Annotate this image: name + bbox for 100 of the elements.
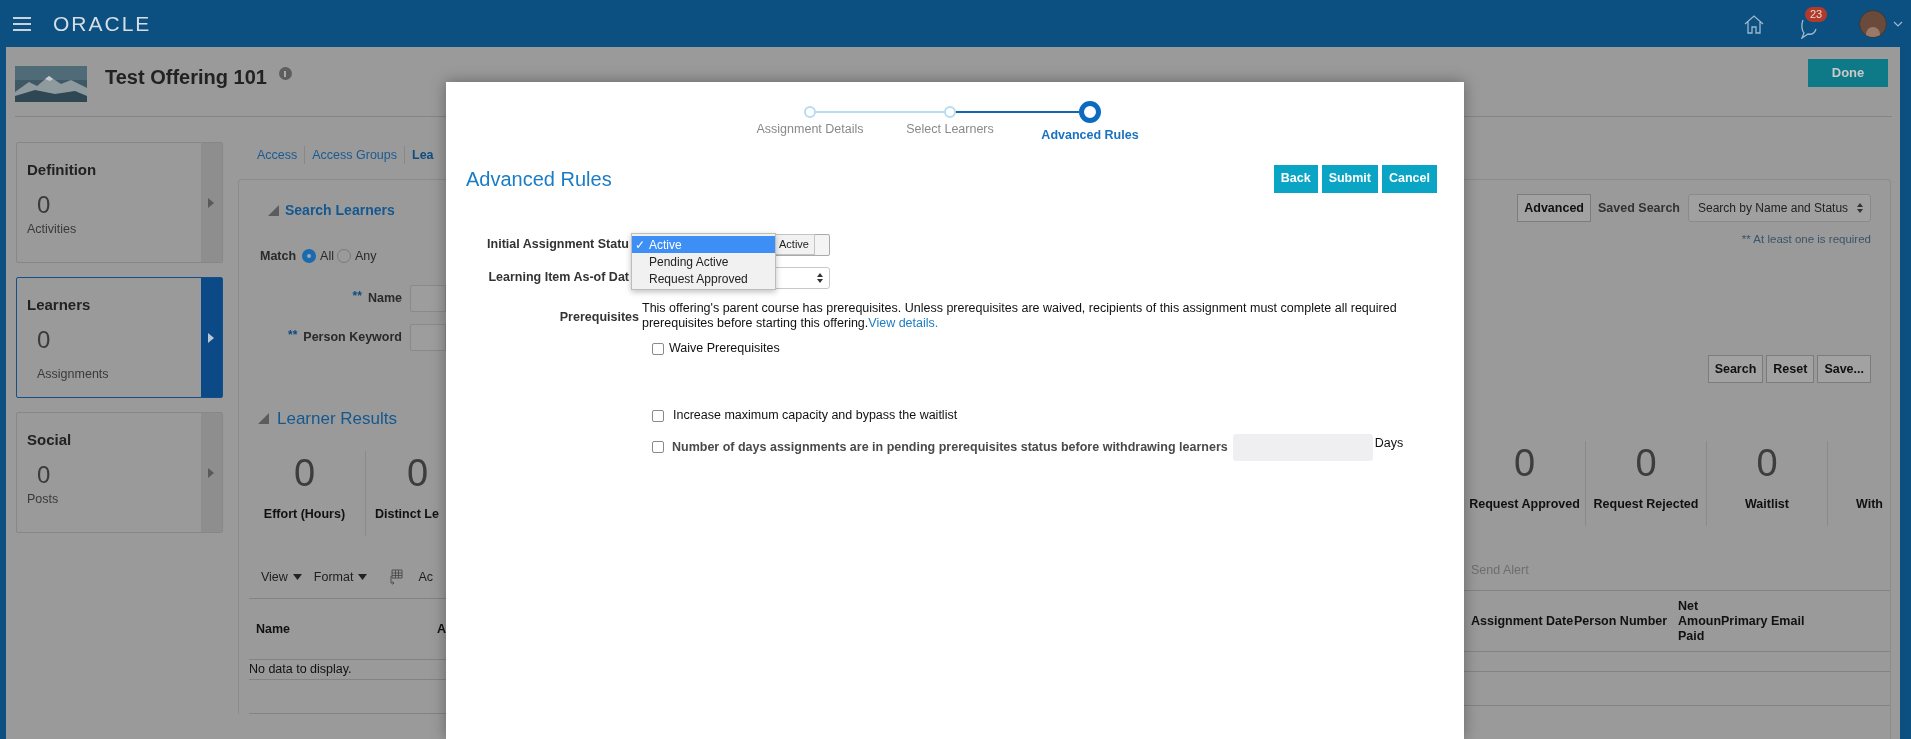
metric-label: Effort (Hours): [263, 506, 346, 523]
section-title[interactable]: Search Learners: [284, 200, 395, 221]
step-label[interactable]: Advanced Rules: [1041, 126, 1139, 145]
home-icon[interactable]: [1743, 13, 1765, 34]
step-label[interactable]: Assignment Details: [756, 120, 864, 139]
chevron-down-icon[interactable]: [1893, 20, 1903, 27]
menu-icon[interactable]: [13, 16, 31, 31]
tooltip: Active: [773, 233, 815, 255]
tab[interactable]: Access: [256, 145, 298, 165]
logo[interactable]: ORACLE: [53, 7, 152, 40]
card-title: Definition: [27, 160, 98, 180]
metric-value: 0: [1513, 441, 1536, 486]
info-icon[interactable]: [278, 67, 292, 80]
field-label: Initial Assignment Statu: [486, 236, 629, 254]
collapse-icon[interactable]: [257, 413, 269, 424]
metric-label: Request Approved: [1469, 496, 1580, 513]
sort-arrows-icon: [1857, 203, 1863, 213]
card-label: Assignments: [37, 365, 110, 383]
card-count: 0: [37, 191, 52, 218]
column-header: Name: [255, 620, 291, 638]
sort-arrows-icon: [817, 272, 823, 283]
dropdown-option[interactable]: Request Approved: [632, 270, 775, 287]
toolbar-menu[interactable]: View: [260, 567, 302, 587]
checkbox[interactable]: [652, 441, 664, 454]
collapse-icon[interactable]: [267, 205, 279, 216]
card-count: 0: [37, 461, 52, 488]
toolbar-menu[interactable]: Format: [313, 567, 368, 587]
required-marker: **: [288, 326, 298, 344]
field-label: Name: [367, 289, 402, 307]
dialog-button[interactable]: Submit: [1321, 164, 1378, 193]
saved-search-select[interactable]: Search by Name and Status: [1688, 194, 1871, 222]
search-button[interactable]: Reset: [1766, 355, 1815, 384]
summary-card[interactable]: Learners 0 Assignments: [16, 277, 223, 398]
search-button[interactable]: Save...: [1817, 355, 1871, 384]
dialog-button[interactable]: Back: [1273, 164, 1318, 193]
dropdown-option[interactable]: Pending Active: [632, 253, 775, 270]
card-title: Learners: [27, 295, 92, 315]
metric-label: With: [1856, 496, 1884, 513]
match-label: Match: [259, 248, 297, 265]
required-marker: **: [352, 287, 362, 305]
column-header: Primary Email: [1721, 613, 1805, 629]
caret-down-icon[interactable]: [358, 574, 368, 581]
caret-right-icon: [208, 197, 215, 208]
column-header: Net Amoun Paid: [1678, 598, 1721, 644]
radio-label: Any: [355, 248, 377, 265]
tab[interactable]: Lea: [404, 145, 434, 165]
table-icon[interactable]: [387, 569, 404, 586]
step-label[interactable]: Select Learners: [906, 120, 994, 139]
field-label: Learning Item As-of Dat: [487, 269, 629, 287]
option-label: Active: [649, 236, 682, 254]
option-label: Pending Active: [649, 253, 729, 271]
metric-value: 0: [293, 451, 316, 496]
dialog-button[interactable]: Cancel: [1382, 164, 1437, 193]
metric-value: 0: [406, 451, 430, 496]
check-mark: ✓: [635, 237, 645, 252]
unit-label: Days: [1374, 434, 1404, 452]
field-label: Person Keyword: [303, 328, 402, 346]
section-title[interactable]: Learner Results: [276, 405, 397, 432]
summary-card[interactable]: Definition 0 Activities: [16, 142, 223, 263]
caret-down-icon[interactable]: [292, 574, 302, 581]
checkbox-label: Waive Prerequisites: [669, 340, 780, 358]
field-label: Prerequisites: [558, 308, 640, 326]
notification-badge: 23: [1805, 6, 1828, 22]
card-label: Posts: [27, 490, 60, 508]
caret-right-icon: [208, 332, 215, 343]
metric-label: Distinct Le: [374, 506, 440, 523]
checkbox-label: Number of days assignments are in pending prerequisites status before withdrawing learners: [672, 438, 1228, 456]
metric-label: Request Rejected: [1593, 496, 1699, 513]
column-header: Assignment Date: [1471, 613, 1574, 629]
checkbox-label: Increase maximum capacity and bypass the waitlist: [673, 407, 958, 425]
dialog-title: Advanced Rules: [466, 166, 612, 192]
toolbar-item[interactable]: Ac: [418, 567, 434, 587]
column-header: A: [436, 620, 446, 638]
card-label: Activities: [27, 220, 78, 238]
metric-value: 0: [1756, 441, 1778, 486]
prerequisites-text: This offering's parent course has prerequisites. Unless prerequisites are waived, recipients of this assignment must complete all required prerequisites before starting this offering.View details.: [642, 300, 1398, 331]
caret-right-icon: [208, 467, 215, 478]
checkbox[interactable]: [652, 409, 664, 422]
radio-label: All: [320, 248, 334, 265]
card-count: 0: [37, 326, 52, 353]
view-details-link[interactable]: View details.: [868, 315, 939, 330]
dropdown-option[interactable]: ✓ Active: [632, 236, 775, 253]
summary-card[interactable]: Social 0 Posts: [16, 412, 223, 533]
search-button[interactable]: Search: [1707, 355, 1764, 384]
card-title: Social: [27, 430, 73, 450]
radio-button[interactable]: [302, 249, 317, 264]
text-field[interactable]: [409, 284, 446, 312]
required-note: ** At least one is required: [1741, 232, 1871, 247]
tab[interactable]: Access Groups: [304, 145, 398, 165]
saved-search-label: Saved Search: [1598, 199, 1680, 217]
metric-label: Waitlist: [1745, 496, 1789, 513]
metric-value: 0: [1635, 441, 1657, 486]
advanced-button[interactable]: Advanced: [1517, 194, 1591, 222]
empty-message: No data to display.: [248, 661, 352, 679]
text-field[interactable]: [409, 323, 446, 351]
done-button[interactable]: Done: [1808, 59, 1888, 87]
step-marker[interactable]: [1079, 101, 1101, 123]
avatar[interactable]: [1859, 9, 1887, 38]
page-title: Test Offering 101: [105, 65, 267, 90]
checkbox[interactable]: [652, 342, 664, 355]
